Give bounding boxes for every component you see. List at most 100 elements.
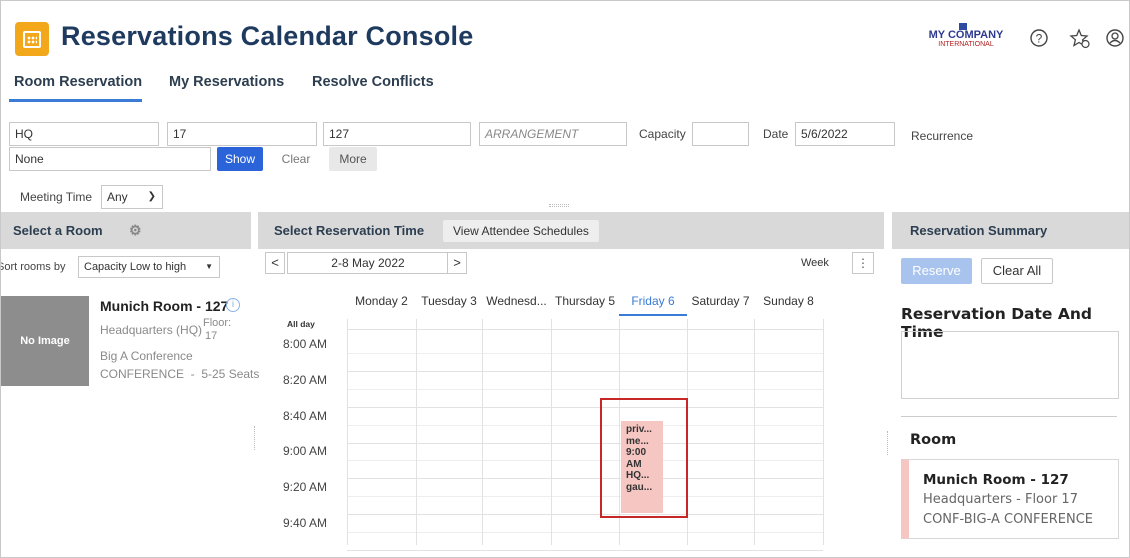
calendar-app-icon (15, 22, 49, 56)
sort-label: Sort rooms by (0, 261, 66, 273)
room-card-name: Munich Room - 127 (923, 472, 1069, 488)
app-window: Reservations Calendar Console MY COMPANY… (0, 0, 1130, 558)
time-label: 8:20 AM (283, 373, 328, 387)
company-logo: MY COMPANY INTERNATIONAL (921, 23, 1011, 53)
calendar-panel-title: Select Reservation Time (274, 223, 425, 238)
chevron-down-icon: ❯ (147, 191, 156, 202)
info-icon[interactable]: i (226, 298, 240, 312)
building-field[interactable]: HQ (9, 122, 159, 146)
room-type-capacity: CONFERENCE - 5-25 Seats (100, 367, 260, 381)
sort-select[interactable]: Capacity Low to high ▼ (78, 256, 220, 278)
calendar-panel-header: Select Reservation Time View Attendee Sc… (258, 212, 884, 249)
left-panel-title: Select a Room (13, 223, 103, 238)
capacity-field[interactable] (692, 122, 749, 146)
resize-handle[interactable] (549, 204, 569, 207)
logo-line2: INTERNATIONAL (938, 41, 994, 48)
prev-week-button[interactable]: < (265, 252, 285, 274)
grid-column-line (754, 319, 755, 545)
recurrence-label: Recurrence (911, 129, 974, 143)
grid-column-line (416, 319, 417, 545)
reserve-button[interactable]: Reserve (901, 258, 972, 284)
room-summary-card: Munich Room - 127 Headquarters - Floor 1… (901, 459, 1119, 539)
grid-line (347, 329, 823, 330)
date-range: 2-8 May 2022 (287, 252, 449, 274)
room-thumbnail: No Image (1, 296, 89, 386)
time-label: 9:20 AM (283, 480, 328, 494)
next-week-button[interactable]: > (447, 252, 467, 274)
right-resize-handle[interactable] (887, 431, 889, 455)
recurrence-field[interactable]: None (9, 147, 211, 171)
more-button[interactable]: More (329, 147, 377, 171)
room-floor-value: 17 (205, 330, 218, 342)
grid-line (347, 460, 823, 461)
capacity-label: Capacity (639, 127, 686, 141)
time-label: 8:00 AM (283, 337, 328, 351)
show-button[interactable]: Show (217, 147, 263, 171)
app-title: Reservations Calendar Console (61, 21, 474, 51)
room-name[interactable]: Munich Room - 127 (100, 298, 228, 314)
tab-my-reservations[interactable]: My Reservations (169, 74, 284, 90)
floor-field[interactable]: 17 (167, 122, 317, 146)
day-header[interactable]: Wednesd... (482, 292, 551, 316)
caret-down-icon: ▼ (205, 262, 213, 271)
clear-button[interactable]: Clear (271, 147, 321, 171)
meeting-time-value: Any (107, 190, 128, 204)
grid-line (347, 532, 823, 533)
left-resize-handle[interactable] (254, 426, 256, 450)
arrangement-field[interactable]: ARRANGEMENT (479, 122, 627, 146)
grid-line (347, 389, 823, 390)
logo-line1: MY COMPANY (928, 29, 1004, 41)
grid-column-line (482, 319, 483, 545)
clear-all-button[interactable]: Clear All (981, 258, 1053, 284)
all-day-label: All day (287, 319, 315, 329)
room-summary-title: Room (910, 432, 957, 448)
grid-column-line (823, 319, 824, 545)
date-label: Date (763, 127, 789, 141)
grid-line (347, 443, 823, 444)
right-panel-header: Reservation Summary (892, 212, 1129, 249)
day-header[interactable]: Monday 2 (347, 292, 416, 316)
grid-line (347, 478, 823, 479)
room-card-location: Headquarters - Floor 17 (923, 492, 1078, 507)
grid-column-line (551, 319, 552, 545)
grid-line (347, 550, 823, 551)
room-building: Headquarters (HQ) (100, 323, 203, 337)
day-header[interactable]: Tuesday 3 (416, 292, 482, 316)
left-panel-header: Select a Room ⚙ (1, 212, 251, 249)
grid-line (347, 514, 823, 515)
time-label: 8:40 AM (283, 409, 328, 423)
date-field[interactable]: 5/6/2022 (795, 122, 895, 146)
more-options-icon[interactable]: ⋮ (852, 252, 874, 274)
room-arrangement: Big A Conference (100, 349, 193, 363)
grid-line (347, 407, 823, 408)
day-header[interactable]: Thursday 5 (551, 292, 619, 316)
grid-line (347, 425, 823, 426)
reservation-date-time-box (901, 331, 1119, 399)
help-icon[interactable]: ? (1029, 28, 1049, 48)
meeting-time-select[interactable]: Any ❯ (101, 185, 163, 209)
day-header[interactable]: Friday 6 (619, 292, 687, 316)
room-card-type: CONF-BIG-A CONFERENCE (923, 512, 1093, 527)
room-field[interactable]: 127 (323, 122, 471, 146)
tab-resolve-conflicts[interactable]: Resolve Conflicts (312, 74, 434, 90)
divider (901, 416, 1117, 417)
view-mode-label[interactable]: Week (801, 257, 829, 269)
gear-icon[interactable]: ⚙ (129, 212, 142, 249)
grid-line (347, 496, 823, 497)
meeting-time-label: Meeting Time (20, 190, 93, 204)
highlight-box (600, 398, 688, 518)
view-attendee-schedules-button[interactable]: View Attendee Schedules (443, 220, 599, 242)
tab-room-reservation[interactable]: Room Reservation (14, 74, 142, 90)
grid-column-line (347, 319, 348, 545)
room-floor-label: Floor: (203, 317, 232, 329)
sort-value: Capacity Low to high (84, 261, 187, 273)
favorites-icon[interactable] (1069, 28, 1090, 49)
grid-line (347, 371, 823, 372)
user-icon[interactable] (1105, 28, 1125, 48)
time-label: 9:00 AM (283, 444, 328, 458)
time-label: 9:40 AM (283, 516, 328, 530)
day-header[interactable]: Sunday 8 (754, 292, 823, 316)
grid-line (347, 353, 823, 354)
active-tab-indicator (9, 99, 142, 102)
day-header[interactable]: Saturday 7 (687, 292, 754, 316)
